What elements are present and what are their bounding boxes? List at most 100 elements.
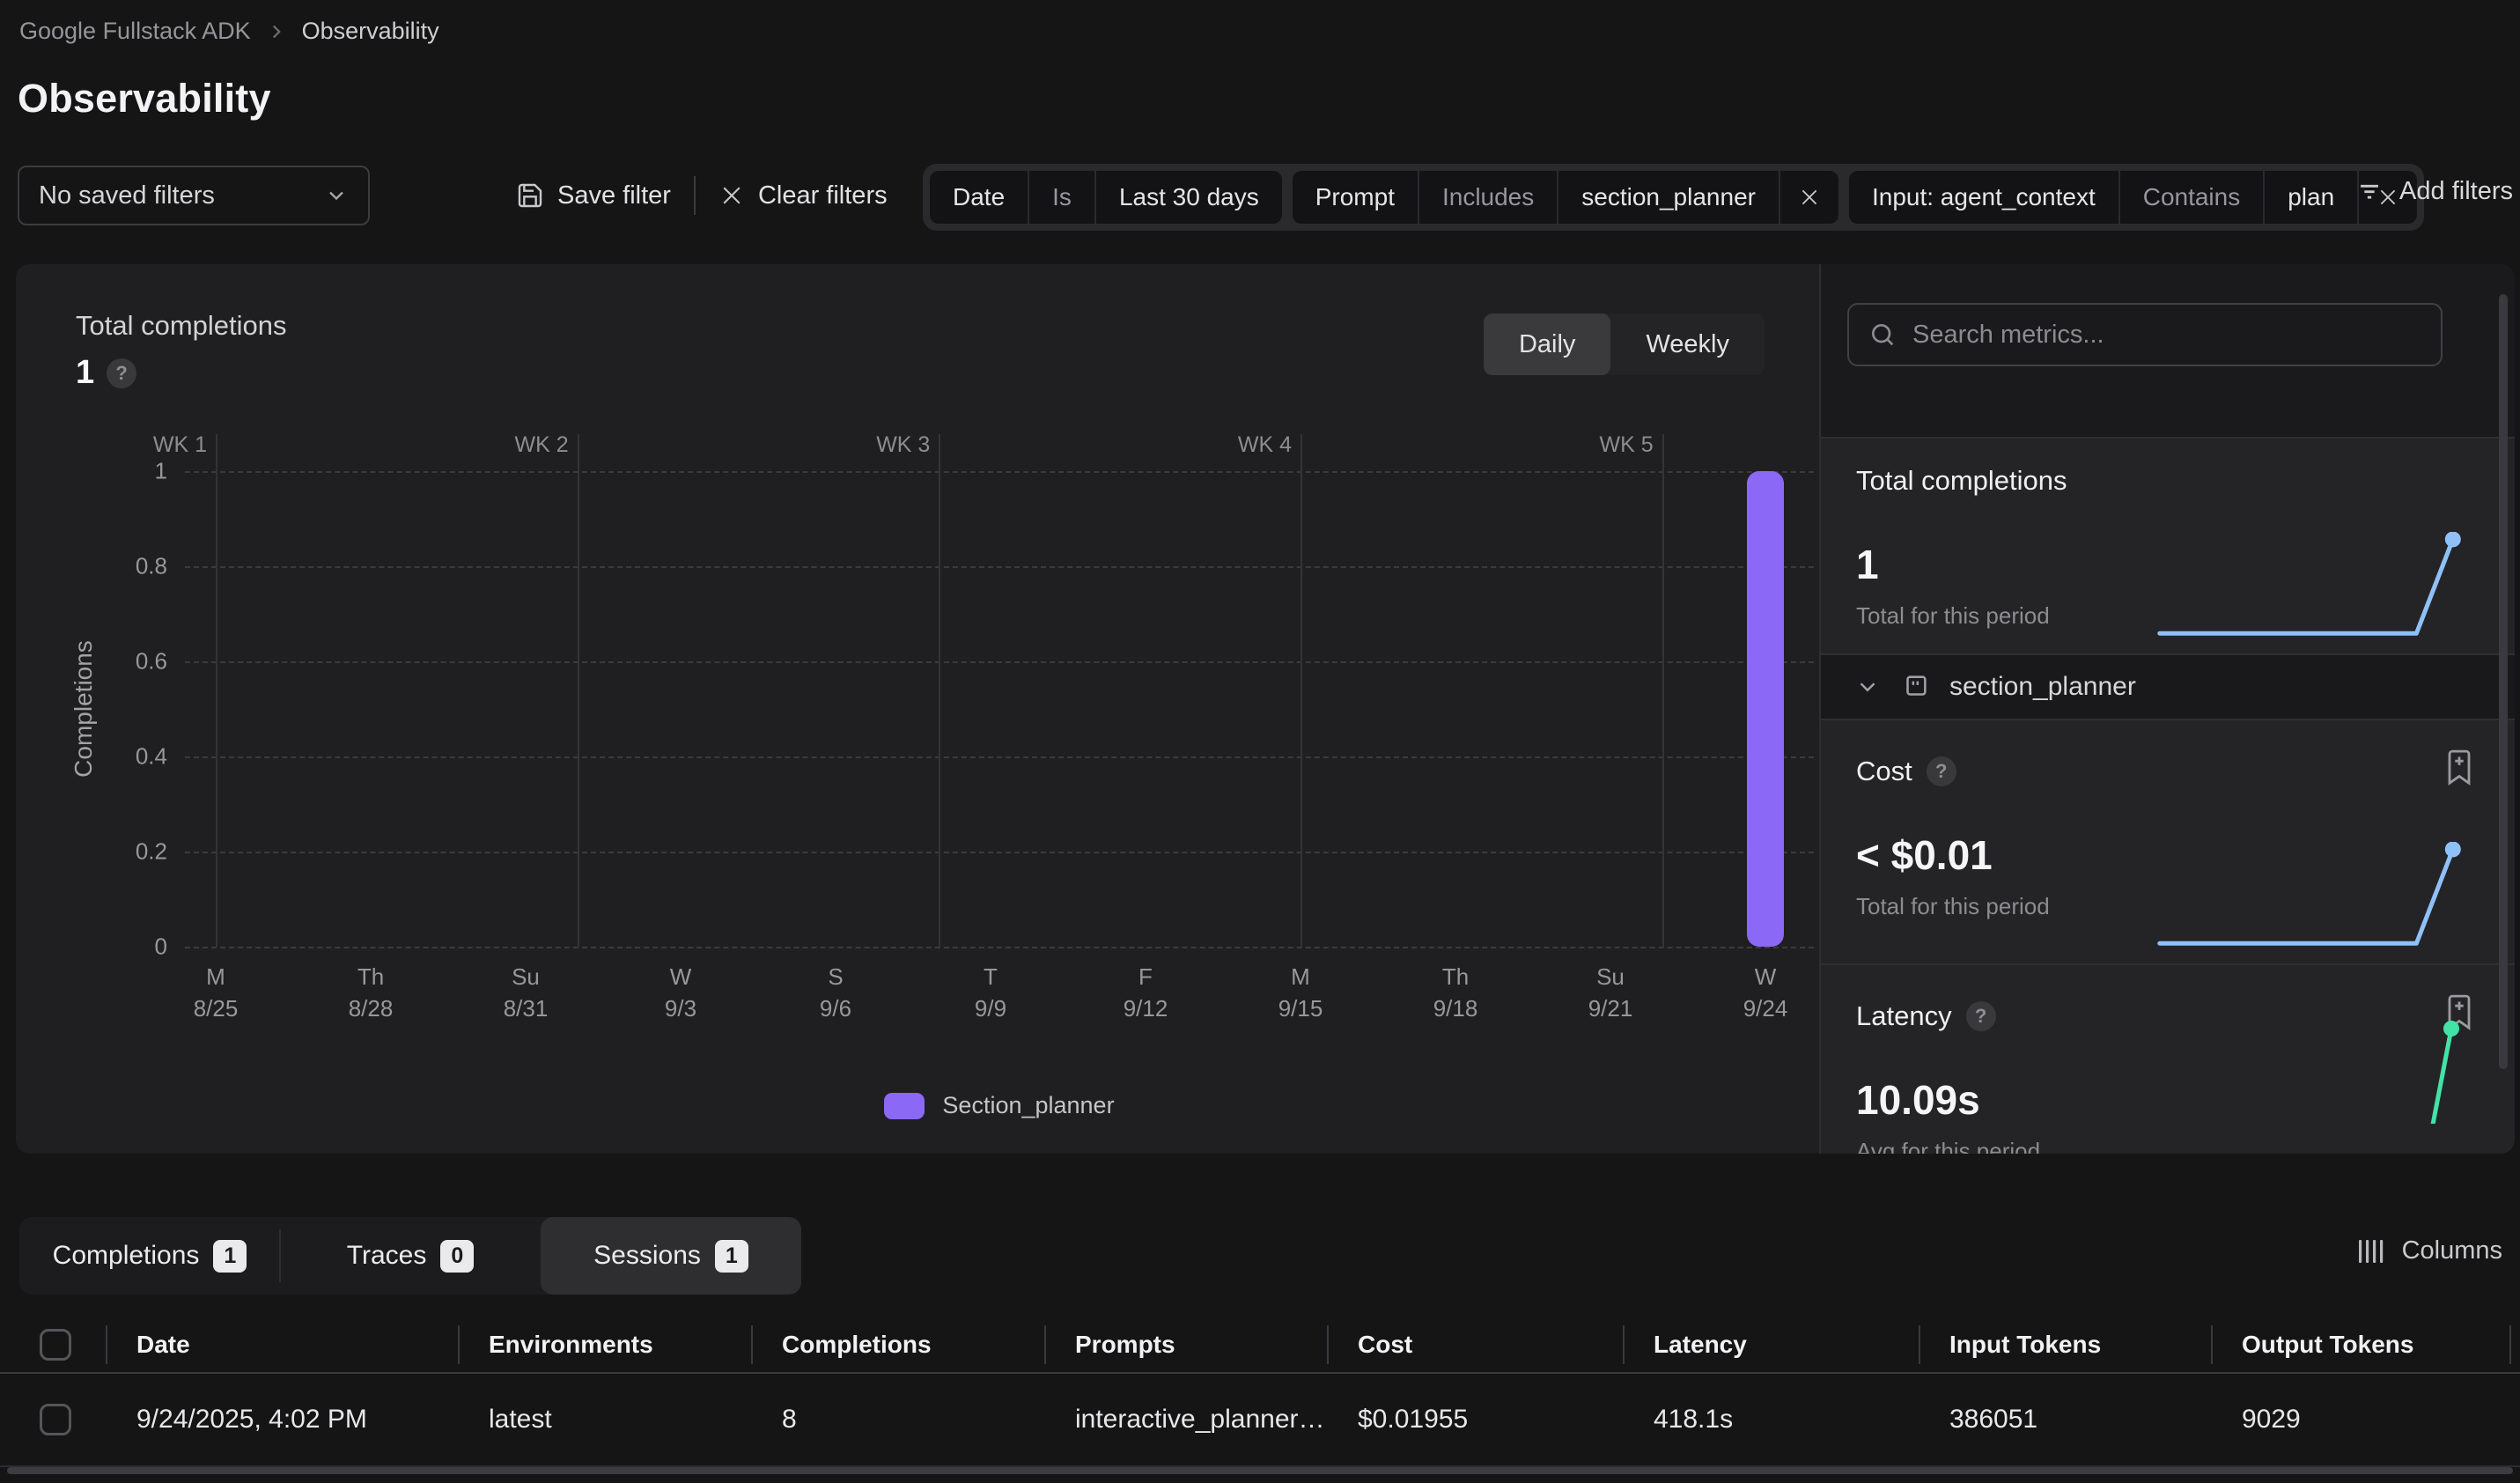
column-header-input-tokens[interactable]: Input Tokens xyxy=(1919,1325,2211,1364)
horizontal-scrollbar[interactable] xyxy=(7,1467,2513,1474)
week-label: WK 3 xyxy=(876,432,930,458)
y-axis-title: Completions xyxy=(70,640,98,778)
table-header-row: DateEnvironmentsCompletionsPromptsCostLa… xyxy=(0,1317,2520,1374)
table-cell: 9/24/2025, 4:02 PM xyxy=(106,1405,458,1435)
filter-chip-operator[interactable]: Contains xyxy=(2120,171,2264,224)
tab-sessions[interactable]: Sessions 1 xyxy=(541,1217,801,1295)
filter-chip-value[interactable]: section_planner xyxy=(1558,171,1779,224)
week-gridline xyxy=(939,434,940,947)
page-title: Observability xyxy=(18,76,271,122)
metrics-sidebar: Total completions 1 Total for this perio… xyxy=(1821,264,2515,1154)
week-gridline xyxy=(1301,434,1302,947)
select-all-checkbox[interactable] xyxy=(40,1329,71,1361)
filter-chip-value[interactable]: plan xyxy=(2265,171,2357,224)
tab-label: Sessions xyxy=(593,1241,701,1271)
results-tabs: Completions1Traces0 Sessions 1 xyxy=(19,1217,801,1295)
breadcrumb-project[interactable]: Google Fullstack ADK xyxy=(19,18,251,45)
table-cell: 418.1s xyxy=(1623,1405,1919,1435)
remove-filter-button[interactable] xyxy=(1780,171,1838,224)
column-header-prompts[interactable]: Prompts xyxy=(1044,1325,1327,1364)
metric-title-text: Latency xyxy=(1856,1000,1952,1032)
legend-swatch xyxy=(884,1093,925,1119)
x-tick-label: T9/9 xyxy=(975,961,1006,1025)
filter-chip-field[interactable]: Input: agent_context xyxy=(1849,171,2118,224)
tab-traces[interactable]: Traces0 xyxy=(280,1217,541,1295)
clear-filters-label: Clear filters xyxy=(758,181,888,210)
x-tick-label: Su8/31 xyxy=(504,961,549,1025)
granularity-toggle: Daily Weekly xyxy=(1484,314,1765,375)
save-filter-button[interactable]: Save filter xyxy=(516,181,671,210)
sparkline xyxy=(2150,1018,2467,1154)
x-tick-label: W9/24 xyxy=(1743,961,1788,1025)
x-tick-label: S9/6 xyxy=(820,961,851,1025)
table-cell: $0.01955 xyxy=(1327,1405,1623,1435)
help-icon[interactable]: ? xyxy=(1966,1001,1996,1031)
y-gridline xyxy=(185,756,1814,758)
observability-panel: Total completions 1 ? Daily Weekly Compl… xyxy=(16,264,2515,1154)
prompt-icon xyxy=(1900,672,1930,702)
count-badge: 1 xyxy=(715,1240,748,1273)
cost-card: Cost ? < $0.01 Total for this period xyxy=(1821,720,2515,965)
prompt-group-row[interactable]: section_planner xyxy=(1821,655,2515,720)
column-header-cost[interactable]: Cost xyxy=(1327,1325,1623,1364)
filter-chip-field[interactable]: Prompt xyxy=(1293,171,1418,224)
row-checkbox[interactable] xyxy=(40,1404,71,1435)
tab-label: Completions xyxy=(53,1241,200,1271)
chart-total-value: 1 xyxy=(76,354,94,392)
week-label: WK 4 xyxy=(1238,432,1292,458)
x-tick-label: Su9/21 xyxy=(1588,961,1633,1025)
saved-filters-label: No saved filters xyxy=(39,181,215,210)
column-header-output-tokens[interactable]: Output Tokens xyxy=(2211,1325,2520,1364)
breadcrumb: Google Fullstack ADK Observability xyxy=(19,18,439,45)
toggle-daily[interactable]: Daily xyxy=(1484,314,1610,375)
chevron-down-icon xyxy=(1854,674,1881,700)
column-header-environments[interactable]: Environments xyxy=(458,1325,751,1364)
filter-chip: PromptIncludessection_planner xyxy=(1293,171,1838,224)
columns-button[interactable]: Columns xyxy=(2357,1236,2502,1265)
column-header-latency[interactable]: Latency xyxy=(1623,1325,1919,1364)
sparkline xyxy=(2150,842,2467,948)
bookmark-add-icon[interactable] xyxy=(2443,749,2476,787)
row-checkbox-cell xyxy=(0,1404,106,1435)
tab-completions[interactable]: Completions1 xyxy=(19,1217,280,1295)
week-gridline xyxy=(1662,434,1664,947)
table-cell: 9029 xyxy=(2211,1405,2520,1435)
divider xyxy=(694,176,696,215)
filter-chip-value[interactable]: Last 30 days xyxy=(1096,171,1282,224)
metric-title-text: Cost xyxy=(1856,756,1912,787)
table-cell: 386051 xyxy=(1919,1405,2211,1435)
table-cell: 8 xyxy=(751,1405,1044,1435)
completions-chart-panel: Total completions 1 ? Daily Weekly Compl… xyxy=(16,264,1821,1154)
metrics-search-region xyxy=(1821,264,2515,439)
table-body: 9/24/2025, 4:02 PMlatest8interactive_pla… xyxy=(0,1374,2520,1467)
clear-filters-button[interactable]: Clear filters xyxy=(718,181,888,210)
columns-label: Columns xyxy=(2402,1236,2502,1265)
search-metrics-input[interactable] xyxy=(1912,321,2421,350)
table-row[interactable]: 9/24/2025, 4:02 PMlatest8interactive_pla… xyxy=(0,1374,2520,1467)
week-gridline xyxy=(578,434,579,947)
vertical-scrollbar[interactable] xyxy=(2499,294,2508,1069)
save-filter-label: Save filter xyxy=(557,181,671,210)
column-header-date[interactable]: Date xyxy=(106,1325,458,1364)
legend-item[interactable]: Section_planner xyxy=(884,1092,1114,1119)
y-gridline xyxy=(185,566,1814,568)
filter-actions: Save filter Clear filters xyxy=(516,166,888,225)
filter-chip-field[interactable]: Date xyxy=(930,171,1028,224)
filter-chip-operator[interactable]: Is xyxy=(1029,171,1094,224)
y-gridline xyxy=(185,661,1814,663)
toggle-weekly[interactable]: Weekly xyxy=(1610,314,1765,375)
y-tick-label: 0.4 xyxy=(136,743,167,771)
latency-card: Latency ? 10.09s Avg for this period xyxy=(1821,965,2515,1154)
tab-label: Traces xyxy=(347,1241,427,1271)
add-filters-button[interactable]: Add filters xyxy=(2354,176,2513,206)
column-header-completions[interactable]: Completions xyxy=(751,1325,1044,1364)
bar-section_planner[interactable] xyxy=(1747,471,1784,947)
filter-chip-operator[interactable]: Includes xyxy=(1419,171,1557,224)
help-icon[interactable]: ? xyxy=(107,358,136,388)
breadcrumb-page[interactable]: Observability xyxy=(302,18,439,45)
sparkline xyxy=(2150,532,2467,638)
y-gridline xyxy=(185,471,1814,473)
help-icon[interactable]: ? xyxy=(1927,756,1956,786)
total-completions-card: Total completions 1 Total for this perio… xyxy=(1821,439,2515,655)
saved-filters-select[interactable]: No saved filters xyxy=(18,166,370,225)
